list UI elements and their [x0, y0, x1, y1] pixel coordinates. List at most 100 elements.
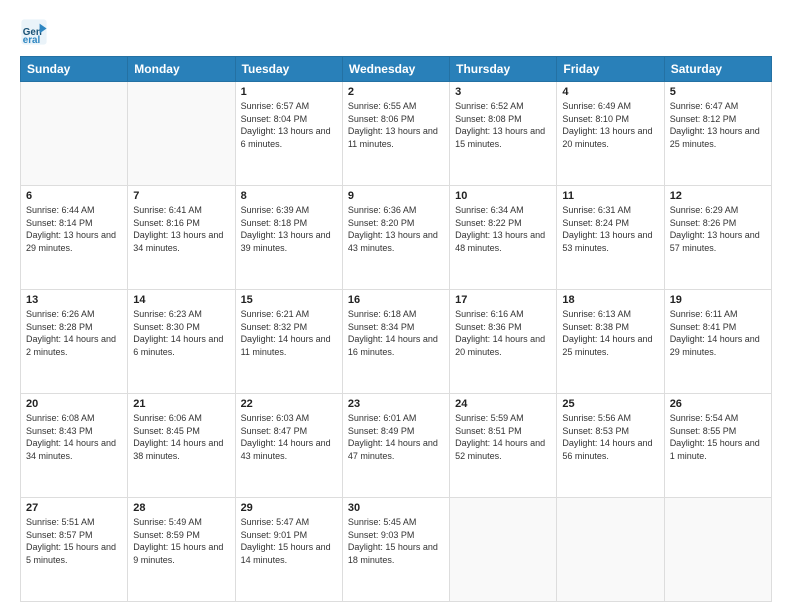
day-number: 19 [670, 294, 766, 306]
day-number: 6 [26, 190, 122, 202]
calendar-cell: 25 Sunrise: 5:56 AM Sunset: 8:53 PM Dayli… [557, 394, 664, 498]
day-number: 20 [26, 398, 122, 410]
cell-info: Sunrise: 5:56 AM Sunset: 8:53 PM Dayligh… [562, 412, 658, 462]
cell-info: Sunrise: 6:55 AM Sunset: 8:06 PM Dayligh… [348, 100, 444, 150]
calendar-cell: 24 Sunrise: 5:59 AM Sunset: 8:51 PM Dayli… [450, 394, 557, 498]
day-number: 30 [348, 502, 444, 514]
day-number: 4 [562, 86, 658, 98]
calendar-cell: 11 Sunrise: 6:31 AM Sunset: 8:24 PM Dayli… [557, 186, 664, 290]
calendar-cell: 16 Sunrise: 6:18 AM Sunset: 8:34 PM Dayli… [342, 290, 449, 394]
cell-info: Sunrise: 6:34 AM Sunset: 8:22 PM Dayligh… [455, 204, 551, 254]
day-number: 10 [455, 190, 551, 202]
calendar-cell: 26 Sunrise: 5:54 AM Sunset: 8:55 PM Dayli… [664, 394, 771, 498]
day-number: 8 [241, 190, 337, 202]
calendar-cell: 5Sunrise: 6:47 AM Sunset: 8:12 PM Daylig… [664, 82, 771, 186]
calendar-cell: 19 Sunrise: 6:11 AM Sunset: 8:41 PM Dayli… [664, 290, 771, 394]
cell-info: Sunrise: 6:49 AM Sunset: 8:10 PM Dayligh… [562, 100, 658, 150]
calendar-table: SundayMondayTuesdayWednesdayThursdayFrid… [20, 56, 772, 602]
day-number: 22 [241, 398, 337, 410]
week-row-4: 20Sunrise: 6:08 AM Sunset: 8:43 PM Dayli… [21, 394, 772, 498]
calendar-cell: 22Sunrise: 6:03 AM Sunset: 8:47 PM Dayli… [235, 394, 342, 498]
day-number: 24 [455, 398, 551, 410]
day-number: 11 [562, 190, 658, 202]
calendar-cell [21, 82, 128, 186]
weekday-header-monday: Monday [128, 57, 235, 82]
cell-info: Sunrise: 6:29 AM Sunset: 8:26 PM Dayligh… [670, 204, 766, 254]
page: Gen eral SundayMondayTuesdayWednesdayThu… [0, 0, 792, 612]
cell-info: Sunrise: 6:36 AM Sunset: 8:20 PM Dayligh… [348, 204, 444, 254]
calendar-cell: 15 Sunrise: 6:21 AM Sunset: 8:32 PM Dayli… [235, 290, 342, 394]
calendar-cell: 17 Sunrise: 6:16 AM Sunset: 8:36 PM Dayli… [450, 290, 557, 394]
calendar-cell: 20Sunrise: 6:08 AM Sunset: 8:43 PM Dayli… [21, 394, 128, 498]
cell-info: Sunrise: 6:57 AM Sunset: 8:04 PM Dayligh… [241, 100, 337, 150]
calendar-cell: 28 Sunrise: 5:49 AM Sunset: 8:59 PM Dayli… [128, 498, 235, 602]
calendar-cell [450, 498, 557, 602]
calendar-cell: 18 Sunrise: 6:13 AM Sunset: 8:38 PM Dayli… [557, 290, 664, 394]
logo: Gen eral [20, 18, 52, 46]
calendar-cell [128, 82, 235, 186]
weekday-header-saturday: Saturday [664, 57, 771, 82]
cell-info: Sunrise: 5:47 AM Sunset: 9:01 PM Dayligh… [241, 516, 337, 566]
day-number: 15 [241, 294, 337, 306]
cell-info: Sunrise: 5:45 AM Sunset: 9:03 PM Dayligh… [348, 516, 444, 566]
cell-info: Sunrise: 5:59 AM Sunset: 8:51 PM Dayligh… [455, 412, 551, 462]
cell-info: Sunrise: 6:01 AM Sunset: 8:49 PM Dayligh… [348, 412, 444, 462]
svg-text:eral: eral [23, 35, 41, 46]
cell-info: Sunrise: 6:47 AM Sunset: 8:12 PM Dayligh… [670, 100, 766, 150]
day-number: 12 [670, 190, 766, 202]
cell-info: Sunrise: 6:26 AM Sunset: 8:28 PM Dayligh… [26, 308, 122, 358]
week-row-5: 27 Sunrise: 5:51 AM Sunset: 8:57 PM Dayli… [21, 498, 772, 602]
weekday-header-friday: Friday [557, 57, 664, 82]
cell-info: Sunrise: 6:31 AM Sunset: 8:24 PM Dayligh… [562, 204, 658, 254]
weekday-header-row: SundayMondayTuesdayWednesdayThursdayFrid… [21, 57, 772, 82]
cell-info: Sunrise: 6:16 AM Sunset: 8:36 PM Dayligh… [455, 308, 551, 358]
calendar-cell: 9 Sunrise: 6:36 AM Sunset: 8:20 PM Daylig… [342, 186, 449, 290]
header: Gen eral [20, 18, 772, 46]
calendar-cell [664, 498, 771, 602]
calendar-cell [557, 498, 664, 602]
day-number: 25 [562, 398, 658, 410]
cell-info: Sunrise: 6:11 AM Sunset: 8:41 PM Dayligh… [670, 308, 766, 358]
calendar-cell: 3Sunrise: 6:52 AM Sunset: 8:08 PM Daylig… [450, 82, 557, 186]
cell-info: Sunrise: 6:06 AM Sunset: 8:45 PM Dayligh… [133, 412, 229, 462]
cell-info: Sunrise: 6:18 AM Sunset: 8:34 PM Dayligh… [348, 308, 444, 358]
day-number: 16 [348, 294, 444, 306]
calendar-cell: 29 Sunrise: 5:47 AM Sunset: 9:01 PM Dayli… [235, 498, 342, 602]
day-number: 2 [348, 86, 444, 98]
day-number: 21 [133, 398, 229, 410]
day-number: 18 [562, 294, 658, 306]
week-row-1: 1 Sunrise: 6:57 AM Sunset: 8:04 PM Daylig… [21, 82, 772, 186]
day-number: 26 [670, 398, 766, 410]
cell-info: Sunrise: 6:23 AM Sunset: 8:30 PM Dayligh… [133, 308, 229, 358]
cell-info: Sunrise: 6:39 AM Sunset: 8:18 PM Dayligh… [241, 204, 337, 254]
cell-info: Sunrise: 6:13 AM Sunset: 8:38 PM Dayligh… [562, 308, 658, 358]
calendar-cell: 30 Sunrise: 5:45 AM Sunset: 9:03 PM Dayli… [342, 498, 449, 602]
week-row-3: 13 Sunrise: 6:26 AM Sunset: 8:28 PM Dayli… [21, 290, 772, 394]
calendar-cell: 27 Sunrise: 5:51 AM Sunset: 8:57 PM Dayli… [21, 498, 128, 602]
day-number: 3 [455, 86, 551, 98]
calendar-cell: 23Sunrise: 6:01 AM Sunset: 8:49 PM Dayli… [342, 394, 449, 498]
cell-info: Sunrise: 6:21 AM Sunset: 8:32 PM Dayligh… [241, 308, 337, 358]
cell-info: Sunrise: 5:49 AM Sunset: 8:59 PM Dayligh… [133, 516, 229, 566]
cell-info: Sunrise: 5:51 AM Sunset: 8:57 PM Dayligh… [26, 516, 122, 566]
day-number: 29 [241, 502, 337, 514]
cell-info: Sunrise: 5:54 AM Sunset: 8:55 PM Dayligh… [670, 412, 766, 462]
day-number: 17 [455, 294, 551, 306]
weekday-header-thursday: Thursday [450, 57, 557, 82]
calendar-cell: 14Sunrise: 6:23 AM Sunset: 8:30 PM Dayli… [128, 290, 235, 394]
day-number: 7 [133, 190, 229, 202]
day-number: 27 [26, 502, 122, 514]
week-row-2: 6 Sunrise: 6:44 AM Sunset: 8:14 PM Daylig… [21, 186, 772, 290]
calendar-cell: 7Sunrise: 6:41 AM Sunset: 8:16 PM Daylig… [128, 186, 235, 290]
day-number: 28 [133, 502, 229, 514]
calendar-cell: 12 Sunrise: 6:29 AM Sunset: 8:26 PM Dayli… [664, 186, 771, 290]
cell-info: Sunrise: 6:44 AM Sunset: 8:14 PM Dayligh… [26, 204, 122, 254]
day-number: 1 [241, 86, 337, 98]
calendar-cell: 1 Sunrise: 6:57 AM Sunset: 8:04 PM Daylig… [235, 82, 342, 186]
day-number: 13 [26, 294, 122, 306]
weekday-header-wednesday: Wednesday [342, 57, 449, 82]
calendar-cell: 10 Sunrise: 6:34 AM Sunset: 8:22 PM Dayli… [450, 186, 557, 290]
calendar-cell: 4 Sunrise: 6:49 AM Sunset: 8:10 PM Daylig… [557, 82, 664, 186]
day-number: 9 [348, 190, 444, 202]
calendar-cell: 21 Sunrise: 6:06 AM Sunset: 8:45 PM Dayli… [128, 394, 235, 498]
